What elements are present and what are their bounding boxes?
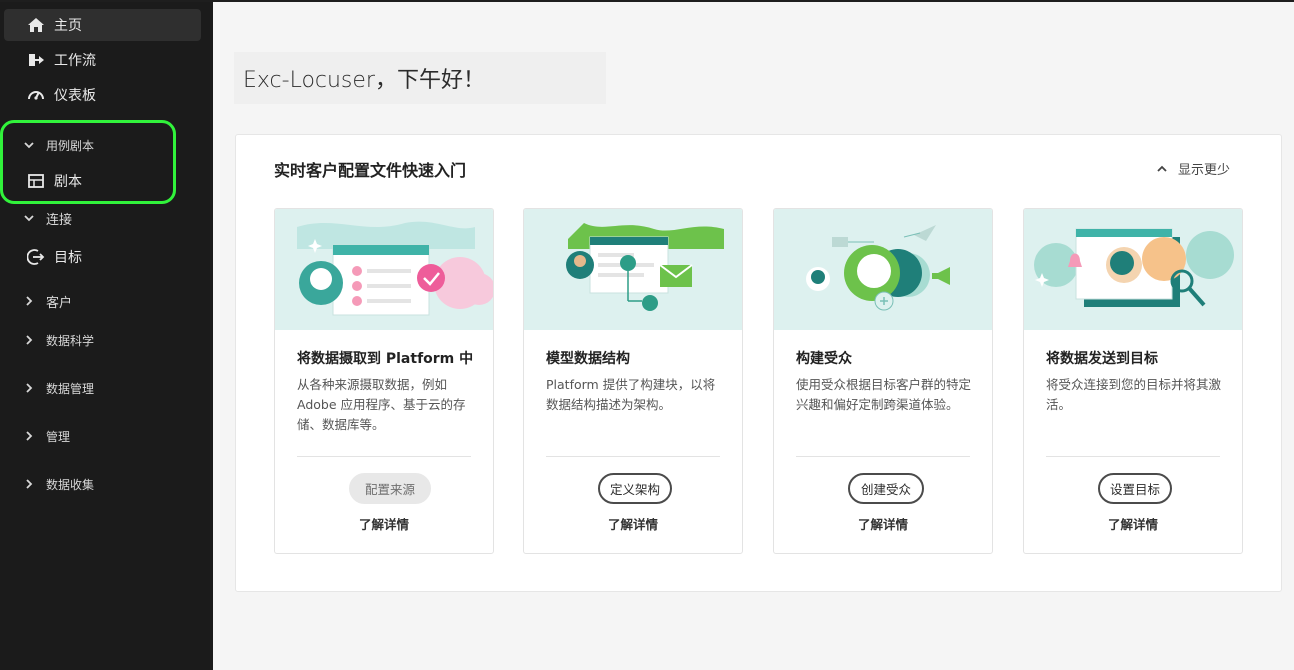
ingest-illustration (275, 209, 493, 330)
card-build-audiences: 构建受众 使用受众根据目标客户群的特定兴趣和偏好定制跨渠道体验。 创建受众 了解… (773, 208, 993, 554)
sidebar-item-label: 仪表板 (54, 88, 96, 104)
setup-destination-button[interactable]: 设置目标 (1098, 473, 1172, 504)
sidebar-item-label: 目标 (54, 250, 82, 266)
chevron-right-icon (22, 477, 36, 491)
sidebar-section-customer[interactable]: 客户 (4, 287, 201, 315)
learn-more-link[interactable]: 了解详情 (1024, 514, 1242, 533)
chevron-down-icon (22, 138, 36, 152)
sidebar-item-playbooks[interactable]: 剧本 (4, 165, 201, 197)
card-divider (796, 456, 970, 457)
sidebar-item-destinations[interactable]: 目标 (4, 241, 201, 273)
card-divider (297, 456, 471, 457)
sidebar-item-label: 工作流 (54, 53, 96, 69)
card-title: 将数据发送到目标 (1046, 351, 1158, 367)
sidebar-item-label: 剧本 (54, 174, 82, 190)
chevron-right-icon (22, 294, 36, 308)
chevron-right-icon (22, 429, 36, 443)
audience-illustration (774, 209, 992, 330)
sidebar-item-home[interactable]: 主页 (4, 9, 201, 41)
chevron-right-icon (22, 333, 36, 347)
greeting-heading: Exc-Locuser，下午好！ (234, 52, 606, 104)
sidebar-section-connections[interactable]: 连接 (4, 204, 201, 232)
configure-source-button[interactable]: 配置来源 (349, 473, 431, 504)
destination-illustration (1024, 209, 1242, 330)
card-model-data: 模型数据结构 Platform 提供了构建块，以将数据结构描述为架构。 定义架构… (523, 208, 743, 554)
sidebar-section-administration[interactable]: 管理 (4, 422, 201, 450)
sidebar-section-label: 客户 (46, 295, 73, 311)
destination-icon (26, 247, 46, 267)
sidebar-item-dashboards[interactable]: 仪表板 (4, 79, 201, 111)
show-less-label: 显示更少 (1178, 163, 1231, 178)
card-send-to-destinations: 将数据发送到目标 将受众连接到您的目标并将其激活。 设置目标 了解详情 (1023, 208, 1243, 554)
sidebar-item-workflows[interactable]: 工作流 (4, 44, 201, 76)
schema-illustration (524, 209, 742, 330)
sidebar-section-label: 连接 (46, 212, 73, 228)
sidebar-section-data-science[interactable]: 数据科学 (4, 326, 201, 354)
sidebar-section-label: 管理 (46, 429, 71, 444)
sidebar-section-data-management[interactable]: 数据管理 (4, 374, 201, 402)
sidebar-section-playbooks[interactable]: 用例剧本 (4, 131, 201, 159)
card-description: 从各种来源摄取数据，例如 Adobe 应用程序、基于云的存储、数据库等。 (297, 377, 466, 432)
panel-title: 实时客户配置文件快速入门 (274, 161, 467, 180)
card-title: 构建受众 (796, 351, 852, 367)
card-ingest-data: 将数据摄取到 Platform 中 从各种来源摄取数据，例如 Adobe 应用程… (274, 208, 494, 554)
sidebar-item-label: 主页 (54, 18, 82, 34)
card-divider (1046, 456, 1220, 457)
workflow-icon (26, 50, 46, 70)
sidebar-section-data-collection[interactable]: 数据收集 (4, 470, 201, 498)
chevron-down-icon (22, 211, 36, 225)
dashboard-gauge-icon (26, 85, 46, 105)
sidebar-section-label: 数据管理 (46, 381, 95, 396)
learn-more-link[interactable]: 了解详情 (275, 514, 493, 533)
card-title: 将数据摄取到 Platform 中 (297, 351, 474, 367)
learn-more-link[interactable]: 了解详情 (774, 514, 992, 533)
card-description: 将受众连接到您的目标并将其激活。 (1046, 377, 1222, 412)
learn-more-link[interactable]: 了解详情 (524, 514, 742, 533)
left-sidebar: 主页 工作流 仪表板 用例剧本 剧本 连接 目标 客户 数据科学 数据管理 管理… (0, 2, 213, 670)
card-description: 使用受众根据目标客户群的特定兴趣和偏好定制跨渠道体验。 (796, 377, 972, 412)
playbook-icon (26, 171, 46, 191)
card-description: Platform 提供了构建块，以将数据结构描述为架构。 (546, 377, 716, 412)
sidebar-section-label: 用例剧本 (46, 138, 95, 153)
card-title: 模型数据结构 (546, 351, 630, 367)
create-audience-button[interactable]: 创建受众 (848, 473, 924, 504)
sidebar-section-label: 数据科学 (46, 333, 95, 348)
chevron-right-icon (22, 381, 36, 395)
chevron-up-icon (1157, 165, 1167, 172)
show-less-toggle[interactable]: 显示更少 (1156, 159, 1230, 178)
home-icon (26, 15, 46, 35)
quickstart-panel: 实时客户配置文件快速入门 显示更少 将数据摄取到 Platform 中 从各种来… (235, 134, 1282, 592)
card-divider (546, 456, 720, 457)
sidebar-section-label: 数据收集 (46, 477, 95, 492)
define-schema-button[interactable]: 定义架构 (598, 473, 672, 504)
